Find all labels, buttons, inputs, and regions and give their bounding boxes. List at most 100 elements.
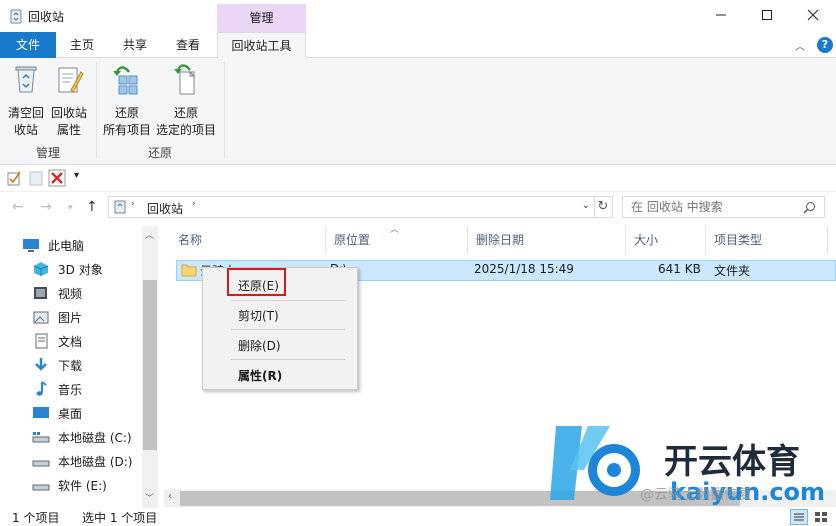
menu-item-delete[interactable]: 删除(D): [238, 337, 281, 354]
recycle-bin-properties-button[interactable]: 回收站 属性: [48, 62, 90, 139]
recycle-bin-icon: [10, 9, 22, 24]
search-box[interactable]: [622, 196, 825, 218]
recycle-bin-icon: [114, 200, 126, 214]
3d-objects-icon: [33, 262, 49, 276]
tab-home[interactable]: 主页: [58, 32, 106, 58]
nav-item-label: 此电脑: [48, 238, 85, 253]
nav-item-drive-e[interactable]: 软件 (E:): [32, 474, 107, 496]
nav-item-label: 视频: [58, 286, 83, 301]
address-bar[interactable]: › 回收站 › ⌄: [108, 196, 595, 218]
group-separator: [96, 62, 97, 158]
pictures-icon: [33, 311, 49, 324]
nav-item-music[interactable]: 音乐: [32, 378, 82, 400]
restore-highlight-box: [227, 268, 286, 296]
window-title: 回收站: [28, 10, 65, 24]
drive-icon: [32, 432, 50, 443]
help-icon[interactable]: ?: [817, 37, 833, 53]
empty-recycle-bin-label: 清空回 收站: [7, 106, 44, 137]
group-label-manage: 管理: [35, 146, 60, 160]
quick-access-toolbar: ▾: [0, 165, 836, 192]
nav-item-pictures[interactable]: 图片: [32, 306, 82, 328]
file-size: 641 KB: [658, 262, 701, 276]
maximize-icon: [762, 10, 772, 20]
group-separator: [224, 62, 225, 158]
nav-item-videos[interactable]: 视频: [32, 282, 82, 304]
navigation-pane: 此电脑 3D 对象 视频 图片 文档 下载 音乐 桌面 本地磁盘 (C:) 本地…: [0, 226, 158, 508]
nav-item-drive-c[interactable]: 本地磁盘 (C:): [32, 426, 132, 448]
nav-item-drive-d[interactable]: 本地磁盘 (D:): [32, 450, 132, 472]
menu-item-properties[interactable]: 属性(R): [238, 367, 282, 384]
drive-icon: [32, 460, 50, 467]
column-header-name[interactable]: 名称: [170, 226, 326, 254]
delete-icon[interactable]: [48, 169, 66, 187]
menu-separator: [231, 329, 345, 330]
nav-item-label: 本地磁盘 (D:): [58, 454, 133, 469]
restore-selected-icon: [174, 64, 196, 95]
nav-item-desktop[interactable]: 桌面: [32, 402, 82, 424]
address-dropdown-icon[interactable]: ⌄: [582, 200, 590, 211]
nav-item-label: 软件 (E:): [58, 478, 107, 493]
minimize-button[interactable]: [698, 0, 744, 30]
forward-arrow-icon[interactable]: →: [40, 199, 52, 215]
search-input[interactable]: [631, 200, 791, 214]
recycle-bin-properties-label: 回收站 属性: [50, 106, 87, 137]
scroll-left-icon[interactable]: ‹: [168, 491, 172, 502]
desktop-icon: [33, 407, 49, 418]
column-header-date-deleted[interactable]: 删除日期: [468, 226, 626, 254]
customize-toolbar-icon[interactable]: ▾: [74, 170, 79, 181]
restore-all-icon: [113, 66, 138, 95]
restore-selected-button[interactable]: 还原 选定的项目: [154, 62, 218, 139]
status-item-count: 1 个项目: [12, 511, 60, 525]
column-header-size[interactable]: 大小: [626, 226, 706, 254]
nav-item-3d-objects[interactable]: 3D 对象: [32, 258, 103, 280]
column-header-item-type[interactable]: 项目类型: [706, 226, 828, 254]
back-arrow-icon[interactable]: ←: [12, 199, 24, 215]
group-label-restore: 还原: [147, 146, 172, 160]
nav-item-label: 本地磁盘 (C:): [58, 430, 132, 445]
tab-view[interactable]: 查看: [166, 32, 210, 58]
nav-item-label: 图片: [58, 310, 83, 325]
file-date-deleted: 2025/1/18 15:49: [474, 262, 574, 276]
scroll-up-icon[interactable]: ︿: [145, 228, 154, 241]
breadcrumb-location[interactable]: 回收站: [147, 200, 183, 217]
refresh-button[interactable]: ↻: [594, 196, 613, 218]
manage-context-tab-header: 管理: [217, 4, 306, 32]
tab-share[interactable]: 共享: [113, 32, 157, 58]
watermark-handle: @云骑士数据恢复: [640, 487, 752, 503]
nav-item-downloads[interactable]: 下载: [32, 354, 82, 376]
scroll-down-icon[interactable]: ﹀: [145, 491, 154, 504]
nav-item-label: 文档: [58, 334, 83, 349]
tab-recycle-bin-tools[interactable]: 回收站工具: [217, 32, 306, 59]
menu-item-cut[interactable]: 剪切(T): [238, 307, 279, 324]
recent-locations-icon[interactable]: ▾: [68, 203, 73, 213]
video-icon: [34, 287, 47, 299]
download-icon: [35, 358, 47, 371]
ribbon-tabs: 文件 主页 共享 查看 回收站工具 ︿ ?: [0, 32, 836, 59]
refresh-icon: ↻: [597, 199, 609, 214]
properties-check-icon[interactable]: [6, 170, 22, 186]
folder-icon: [181, 264, 197, 277]
breadcrumb-chevron-icon[interactable]: ›: [192, 199, 196, 209]
music-icon: [36, 381, 47, 396]
breadcrumb-chevron-icon[interactable]: ›: [131, 199, 135, 209]
collapse-ribbon-icon[interactable]: ︿: [795, 38, 805, 53]
menu-separator: [231, 300, 345, 301]
nav-pane-scroll-thumb[interactable]: [143, 280, 157, 450]
nav-item-label: 3D 对象: [58, 262, 103, 277]
up-arrow-icon[interactable]: ↑: [86, 199, 98, 215]
tab-file[interactable]: 文件: [0, 32, 56, 58]
sort-ascending-icon: ︿: [390, 225, 400, 235]
nav-item-this-pc[interactable]: 此电脑: [22, 234, 84, 256]
status-selected-count: 选中 1 个项目: [82, 511, 158, 525]
ribbon: 清空回 收站 回收站 属性 管理 还原 所有项目 还原 选定的项目 还原: [0, 58, 836, 165]
nav-item-documents[interactable]: 文档: [32, 330, 82, 352]
new-folder-icon[interactable]: [28, 170, 44, 186]
restore-all-button[interactable]: 还原 所有项目: [100, 62, 154, 139]
minimize-icon: [716, 14, 726, 16]
nav-item-label: 桌面: [58, 406, 83, 421]
empty-recycle-bin-button[interactable]: 清空回 收站: [4, 62, 48, 139]
close-button[interactable]: [790, 0, 836, 30]
restore-selected-label: 还原 选定的项目: [155, 106, 216, 137]
maximize-button[interactable]: [744, 0, 790, 30]
search-icon: [803, 202, 815, 214]
